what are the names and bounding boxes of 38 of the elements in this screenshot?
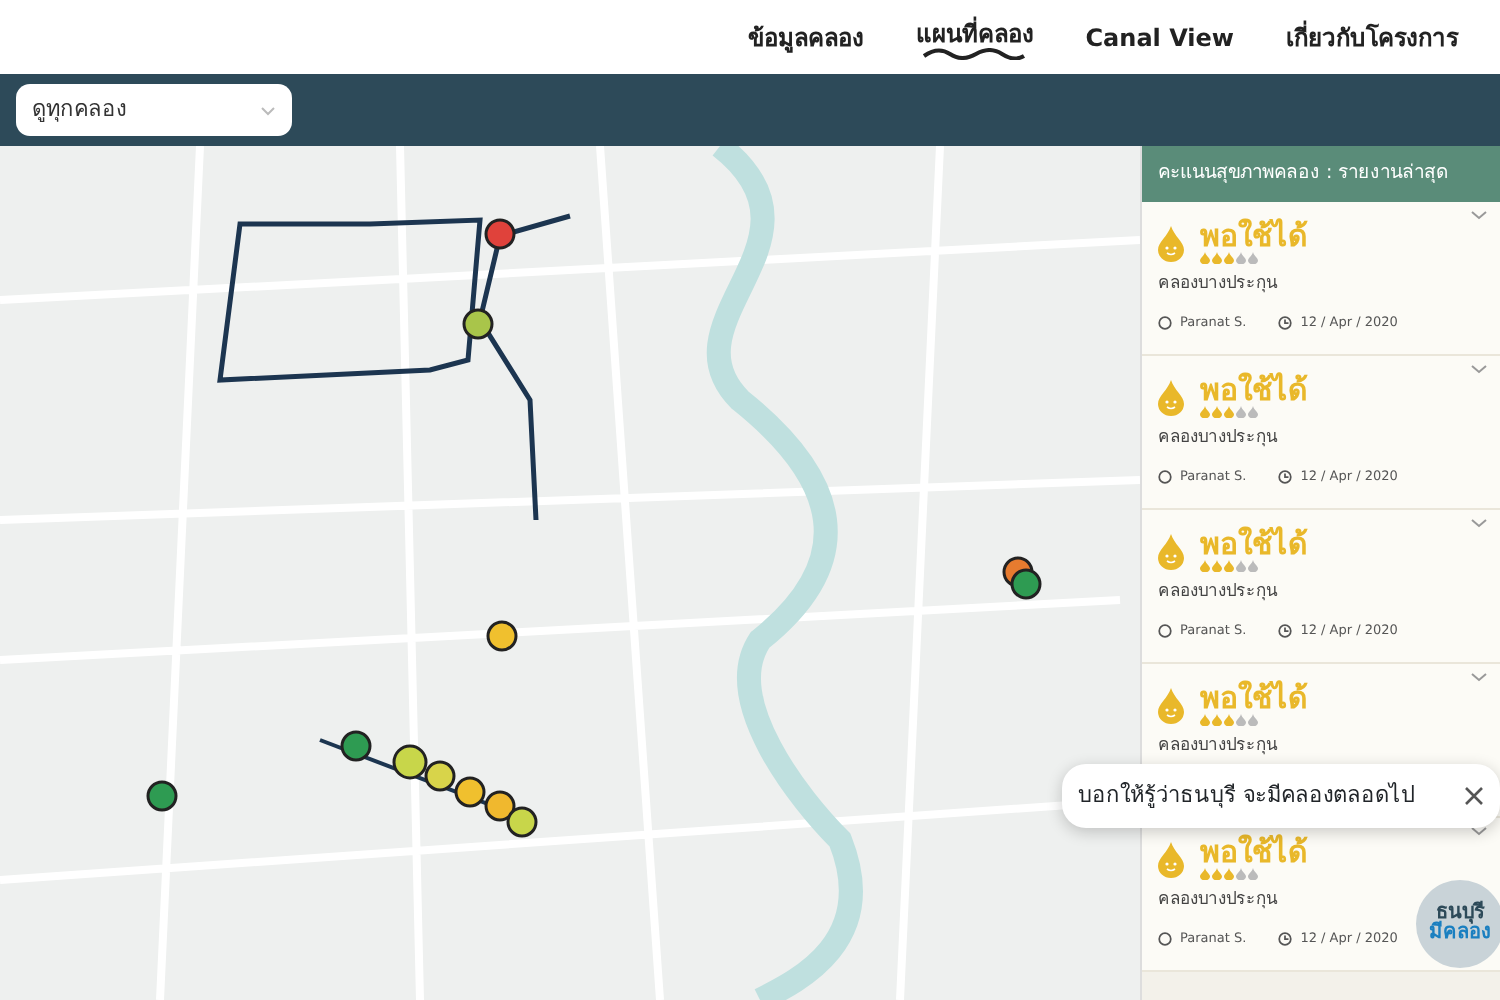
nav-link[interactable]: Canal View [1059,9,1260,65]
chevron-down-icon[interactable] [1470,364,1488,374]
smiling-drop-icon [1158,533,1184,569]
panel-title: คะแนนสุขภาพคลอง : รายงานล่าสุด [1142,146,1500,202]
clock-icon [1278,316,1293,331]
status-label: พอใช้ได้ [1200,530,1308,560]
clock-icon [1278,932,1293,947]
smiling-drop-icon [1158,225,1184,261]
chevron-down-icon[interactable] [1470,672,1488,682]
canal-name: คลองบางประกุน [1158,426,1278,452]
canal-name: คลองบางประกุน [1158,272,1278,298]
canal-select[interactable]: ดูทุกคลอง [16,84,292,136]
canal-name: คลองบางประกุน [1158,734,1278,760]
nav-link[interactable]: ข้อมูลคลอง [721,9,890,65]
logo-text: มีคลอง [1429,924,1491,944]
nav-link[interactable]: เกี่ยวกับโครงการ [1260,9,1484,65]
canal-name: คลองบางประกุน [1158,888,1278,914]
logo-text: ธนบุรี [1436,904,1484,924]
chevron-down-icon[interactable] [1470,826,1488,836]
user-icon [1158,316,1172,331]
smiling-drop-icon [1158,687,1184,723]
canal-name: คลองบางประกุน [1158,580,1278,606]
smiling-drop-icon [1158,379,1184,415]
chevron-down-icon[interactable] [1470,210,1488,220]
close-icon[interactable] [1464,786,1484,806]
user-icon [1158,932,1172,947]
toast-message: บอกให้รู้ว่าธนบุรี จะมีคลองตลอดไป [1078,779,1415,812]
status-label: พอใช้ได้ [1200,838,1308,868]
clock-icon [1278,624,1293,639]
status-label: พอใช้ได้ [1200,684,1308,714]
user-icon [1158,470,1172,485]
chevron-down-icon [260,105,276,115]
smiling-drop-icon [1158,841,1184,877]
status-label: พอใช้ได้ [1200,376,1308,406]
user-icon [1158,624,1172,639]
chevron-down-icon[interactable] [1470,518,1488,528]
status-label: พอใช้ได้ [1200,222,1308,252]
clock-icon [1278,470,1293,485]
